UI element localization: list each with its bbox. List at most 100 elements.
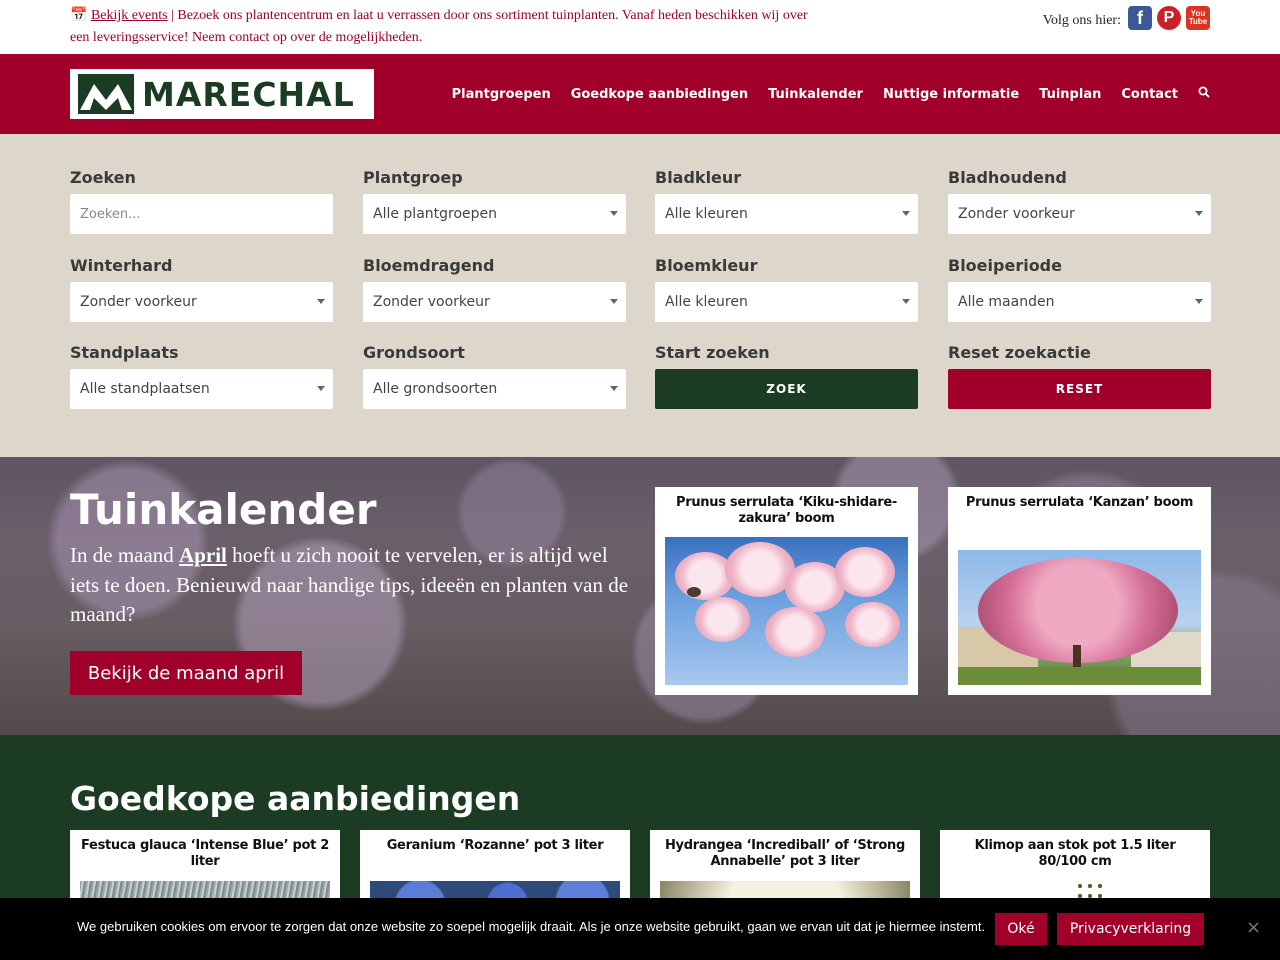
top-bar: 📅 Bekijk events | Bezoek ons plantencent… (0, 0, 1280, 54)
select-value: Alle maanden (958, 294, 1055, 310)
search-field-grondsoort: Grondsoort Alle grondsoorten (363, 343, 626, 409)
search-input[interactable]: Zoeken... (70, 194, 333, 234)
pinterest-icon[interactable]: P (1157, 6, 1181, 30)
bloemkleur-select[interactable]: Alle kleuren (655, 282, 918, 322)
select-value: Zonder voorkeur (958, 206, 1075, 222)
field-label: Bloemdragend (363, 256, 495, 275)
search-panel: Zoeken Zoeken... Plantgroep Alle plantgr… (0, 134, 1280, 457)
nav-contact[interactable]: Contact (1121, 87, 1178, 102)
field-label: Start zoeken (655, 343, 770, 362)
field-label: Bloemkleur (655, 256, 758, 275)
search-field-bladkleur: Bladkleur Alle kleuren (655, 168, 918, 234)
facebook-icon[interactable]: f (1128, 6, 1152, 30)
search-field-bloeiperiode: Bloeiperiode Alle maanden (948, 256, 1211, 322)
cookie-accept-button[interactable]: Oké (995, 913, 1047, 945)
logo[interactable]: MARECHAL (70, 69, 374, 119)
nav-tuinkalender[interactable]: Tuinkalender (768, 87, 863, 102)
chevron-down-icon (902, 211, 910, 216)
search-field-winterhard: Winterhard Zonder voorkeur (70, 256, 333, 322)
select-value: Zonder voorkeur (373, 294, 490, 310)
plant-card[interactable]: Prunus serrulata ‘Kanzan’ boom (948, 487, 1211, 695)
announcement-text: Bezoek ons plantencentrum en laat u verr… (70, 8, 808, 45)
cookie-banner: We gebruiken cookies om ervoor te zorgen… (0, 898, 1280, 960)
chevron-down-icon (1195, 299, 1203, 304)
plant-image (665, 537, 908, 685)
section-title: Tuinkalender (70, 485, 377, 534)
grondsoort-select[interactable]: Alle grondsoorten (363, 369, 626, 409)
select-value: Zonder voorkeur (80, 294, 197, 310)
reset-button[interactable]: RESET (948, 369, 1211, 409)
search-field-standplaats: Standplaats Alle standplaatsen (70, 343, 333, 409)
card-title: Geranium ‘Rozanne’ pot 3 liter (386, 838, 604, 853)
card-title: Klimop aan stok pot 1.5 liter 80/100 cm (974, 838, 1176, 869)
nav-goedkope-aanbiedingen[interactable]: Goedkope aanbiedingen (571, 87, 748, 102)
bladhoudend-select[interactable]: Zonder voorkeur (948, 194, 1211, 234)
chevron-down-icon (610, 211, 618, 216)
bladkleur-select[interactable]: Alle kleuren (655, 194, 918, 234)
logo-wordmark: MARECHAL (142, 74, 355, 114)
calendar-intro: In de maand April hoeft u zich nooit te … (70, 541, 630, 630)
card-title: Prunus serrulata ‘Kanzan’ boom (965, 495, 1194, 510)
section-title: Goedkope aanbiedingen (70, 779, 521, 818)
social-links: Volg ons hier: f P You Tube (1043, 6, 1210, 30)
events-link[interactable]: Bekijk events (91, 8, 168, 23)
main-header: MARECHAL Plantgroepen Goedkope aanbiedin… (0, 54, 1280, 134)
plant-image (958, 550, 1201, 685)
chevron-down-icon (902, 299, 910, 304)
privacy-button[interactable]: Privacyverklaring (1057, 913, 1204, 945)
calendar-icon: 📅 (70, 8, 88, 23)
select-value: Alle plantgroepen (373, 206, 498, 222)
search-start: Start zoeken ZOEK (655, 343, 918, 409)
search-reset: Reset zoekactie RESET (948, 343, 1211, 409)
select-value: Alle grondsoorten (373, 381, 498, 397)
standplaats-select[interactable]: Alle standplaatsen (70, 369, 333, 409)
main-nav: Plantgroepen Goedkope aanbiedingen Tuink… (452, 54, 1210, 134)
chevron-down-icon (610, 299, 618, 304)
search-field-plantgroep: Plantgroep Alle plantgroepen (363, 168, 626, 234)
bekijk-maand-button[interactable]: Bekijk de maand april (70, 651, 302, 695)
search-icon[interactable] (1198, 86, 1210, 102)
field-label: Grondsoort (363, 343, 465, 362)
separator: | (171, 8, 174, 23)
plantgroep-select[interactable]: Alle plantgroepen (363, 194, 626, 234)
search-field-bloemkleur: Bloemkleur Alle kleuren (655, 256, 918, 322)
search-field-bladhoudend: Bladhoudend Zonder voorkeur (948, 168, 1211, 234)
follow-label: Volg ons hier: (1042, 13, 1121, 28)
tuinkalender-section: Tuinkalender In de maand April hoeft u z… (0, 457, 1280, 735)
field-label: Bladhoudend (948, 168, 1067, 187)
bloeiperiode-select[interactable]: Alle maanden (948, 282, 1211, 322)
winterhard-select[interactable]: Zonder voorkeur (70, 282, 333, 322)
field-label: Winterhard (70, 256, 173, 275)
intro-text: In de maand (70, 543, 180, 567)
youtube-icon[interactable]: You Tube (1186, 6, 1210, 30)
select-value: Alle standplaatsen (80, 381, 210, 397)
chevron-down-icon (610, 386, 618, 391)
select-value: Alle kleuren (665, 206, 748, 222)
zoek-button[interactable]: ZOEK (655, 369, 918, 409)
field-label: Reset zoekactie (948, 343, 1091, 362)
plant-card[interactable]: Prunus serrulata ‘Kiku-shidare-zakura’ b… (655, 487, 918, 695)
field-label: Standplaats (70, 343, 179, 362)
field-label: Bladkleur (655, 168, 742, 187)
month-link[interactable]: April (179, 543, 227, 567)
cookie-text: We gebruiken cookies om ervoor te zorgen… (77, 919, 986, 934)
nav-nuttige-informatie[interactable]: Nuttige informatie (883, 87, 1019, 102)
card-title: Prunus serrulata ‘Kiku-shidare-zakura’ b… (676, 495, 897, 526)
chevron-down-icon (317, 299, 325, 304)
field-label: Bloeiperiode (948, 256, 1062, 275)
search-field-zoeken: Zoeken Zoeken... (70, 168, 333, 234)
field-label: Zoeken (70, 168, 136, 187)
bloemdragend-select[interactable]: Zonder voorkeur (363, 282, 626, 322)
logo-mark (78, 74, 134, 114)
nav-tuinplan[interactable]: Tuinplan (1039, 87, 1101, 102)
close-icon[interactable]: × (1246, 917, 1261, 938)
search-field-bloemdragend: Bloemdragend Zonder voorkeur (363, 256, 626, 322)
field-label: Plantgroep (363, 168, 463, 187)
top-message: 📅 Bekijk events | Bezoek ons plantencent… (70, 5, 820, 49)
card-title: Festuca glauca ‘Intense Blue’ pot 2 lite… (81, 838, 329, 869)
chevron-down-icon (1195, 211, 1203, 216)
card-title: Hydrangea ‘Incrediball’ of ‘Strong Annab… (664, 838, 906, 869)
chevron-down-icon (317, 386, 325, 391)
nav-plantgroepen[interactable]: Plantgroepen (452, 87, 551, 102)
select-value: Alle kleuren (665, 294, 748, 310)
